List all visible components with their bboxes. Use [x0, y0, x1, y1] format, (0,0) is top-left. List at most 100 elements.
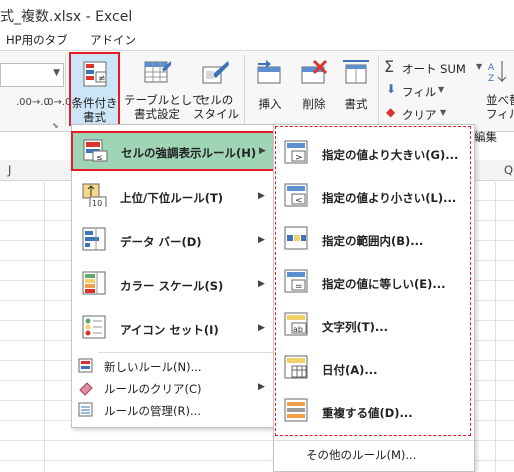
column-header-q[interactable]: Q	[504, 163, 513, 177]
svg-text:<: <	[295, 196, 303, 206]
svg-text:10: 10	[92, 199, 102, 207]
format-as-table-label-2: 書式設定	[134, 107, 180, 121]
menu-item-color-scales[interactable]: カラー スケール(S) ▶	[72, 263, 278, 307]
eraser-icon	[79, 382, 93, 396]
eraser-icon: ◆	[386, 105, 396, 119]
menu-item-label: アイコン セット(I)	[120, 323, 219, 337]
chevron-right-icon: ▶	[258, 191, 265, 201]
sort-icon: A Z	[488, 61, 507, 84]
submenu-item-label: 文字列(T)...	[322, 320, 388, 334]
tab-addins[interactable]: アドイン	[90, 32, 136, 48]
cell-styles-button[interactable]: セルの スタイル	[190, 53, 242, 125]
icon-sets-icon	[82, 315, 106, 339]
between-icon	[284, 226, 308, 250]
submenu-item-label: 指定の値に等しい(E)...	[322, 277, 446, 291]
chevron-right-icon: ▶	[258, 279, 265, 289]
sort-label-1: 並べ替	[486, 93, 514, 107]
calendar-icon	[284, 355, 308, 379]
svg-text:Z: Z	[488, 74, 494, 84]
cell-styles-label-2: スタイル	[193, 107, 239, 121]
format-cells-icon	[343, 60, 369, 84]
menu-item-manage-rules[interactable]: ルールの管理(R)...	[72, 399, 278, 421]
ribbon-tabs: HP用のタブ アドイン	[0, 28, 514, 50]
grid-line	[44, 180, 45, 471]
sort-filter-button[interactable]: A Z 並べ替 フィル	[484, 53, 514, 125]
svg-text:≤: ≤	[96, 153, 103, 162]
conditional-formatting-button[interactable]: ≠ 条件付き 書式	[69, 52, 120, 126]
tab-hp[interactable]: HP用のタブ	[6, 32, 68, 48]
menu-separator	[98, 352, 276, 353]
chevron-down-icon: ▼	[53, 68, 60, 78]
menu-item-label: ルールの管理(R)...	[104, 404, 201, 418]
svg-text:>: >	[295, 153, 303, 163]
submenu-item-between[interactable]: 指定の範囲内(B)...	[274, 217, 474, 260]
conditional-format-label-2: 書式	[83, 110, 106, 124]
format-as-table-button[interactable]: テーブルとして 書式設定	[124, 53, 204, 125]
highlight-cells-icon: ≤	[83, 139, 108, 162]
clear-button[interactable]: クリア	[402, 107, 437, 123]
chevron-down-icon: ▼	[438, 85, 445, 94]
menu-item-label: カラー スケール(S)	[120, 279, 224, 293]
autosum-icon: Σ	[384, 57, 395, 76]
menu-item-icon-sets[interactable]: アイコン セット(I) ▶	[72, 307, 278, 351]
manage-rules-icon	[78, 402, 93, 417]
delete-label: 削除	[302, 97, 326, 111]
submenu-item-date[interactable]: 日付(A)...	[274, 346, 474, 389]
new-rule-icon	[78, 358, 93, 373]
top-bottom-icon: 10	[82, 183, 107, 207]
fill-button[interactable]: フィル	[402, 84, 436, 100]
conditional-formatting-menu: ≤ セルの強調表示ルール(H) ▶ 10 上位/下位ルール(T) ▶ データ バ…	[71, 124, 279, 428]
menu-item-label: ルールのクリア(C)	[104, 382, 202, 396]
dialog-launcher-icon[interactable]: ⬊	[52, 121, 59, 130]
text-contains-icon: ab	[284, 312, 308, 336]
editing-group-label: 編集	[474, 130, 497, 144]
autosum-button[interactable]: オート SUM	[402, 61, 466, 77]
menu-item-highlight-cells[interactable]: ≤ セルの強調表示ルール(H) ▶	[71, 131, 275, 171]
menu-item-label: データ バー(D)	[120, 235, 202, 249]
submenu-item-label: 指定の値より大きい(G)...	[322, 148, 459, 162]
menu-item-new-rule[interactable]: 新しいルール(N)...	[72, 355, 278, 377]
conditional-format-label-1: 条件付き	[71, 96, 118, 110]
delete-button[interactable]: 削除	[294, 53, 334, 125]
chevron-right-icon: ▶	[259, 146, 266, 156]
ribbon-separator	[244, 55, 245, 125]
data-bars-icon	[82, 227, 106, 251]
submenu-item-label: 指定の値より小さい(L)...	[322, 191, 457, 205]
less-than-icon: <	[284, 183, 308, 207]
submenu-item-label: 指定の範囲内(B)...	[322, 234, 424, 248]
submenu-item-text-contains[interactable]: ab 文字列(T)...	[274, 303, 474, 346]
submenu-item-greater-than[interactable]: > 指定の値より大きい(G)...	[274, 131, 474, 174]
chevron-down-icon: ▼	[440, 108, 447, 117]
submenu-item-label: 日付(A)...	[322, 363, 378, 377]
menu-item-data-bars[interactable]: データ バー(D) ▶	[72, 219, 278, 263]
menu-item-label: 上位/下位ルール(T)	[120, 191, 224, 205]
insert-button[interactable]: 挿入	[250, 53, 290, 125]
submenu-more-label: その他のルール(M)...	[306, 448, 417, 462]
menu-item-label: 新しいルール(N)...	[104, 360, 202, 374]
number-format-combo[interactable]: ▼	[0, 63, 64, 87]
menu-item-label: セルの強調表示ルール(H)	[121, 146, 257, 160]
ribbon-separator	[378, 55, 379, 125]
menu-separator	[274, 440, 474, 441]
highlight-cells-submenu: > 指定の値より大きい(G)... < 指定の値より小さい(L)... 指定の範…	[273, 124, 475, 472]
submenu-item-more-rules[interactable]: その他のルール(M)...	[274, 443, 474, 467]
menu-item-top-bottom[interactable]: 10 上位/下位ルール(T) ▶	[72, 175, 278, 219]
format-button[interactable]: 書式	[336, 53, 376, 125]
format-label: 書式	[344, 97, 368, 111]
submenu-item-less-than[interactable]: < 指定の値より小さい(L)...	[274, 174, 474, 217]
color-scales-icon	[82, 271, 106, 295]
submenu-item-duplicate-values[interactable]: 重複する値(D)...	[274, 389, 474, 432]
chevron-down-icon: ▼	[476, 62, 483, 71]
insert-label: 挿入	[258, 97, 282, 111]
conditional-format-icon: ≠	[83, 61, 107, 87]
submenu-item-equal-to[interactable]: = 指定の値に等しい(E)...	[274, 260, 474, 303]
svg-text:ab: ab	[293, 325, 303, 334]
fill-down-icon: ⬇	[386, 82, 397, 96]
grid-line	[495, 180, 496, 471]
cell-styles-icon	[202, 61, 229, 84]
sort-label-2: フィル	[486, 107, 514, 121]
format-as-table-label-1: テーブルとして	[124, 93, 204, 107]
svg-text:A: A	[488, 63, 495, 73]
menu-item-clear-rules[interactable]: ルールのクリア(C) ▶	[72, 377, 278, 399]
column-header-j[interactable]: J	[8, 163, 11, 177]
